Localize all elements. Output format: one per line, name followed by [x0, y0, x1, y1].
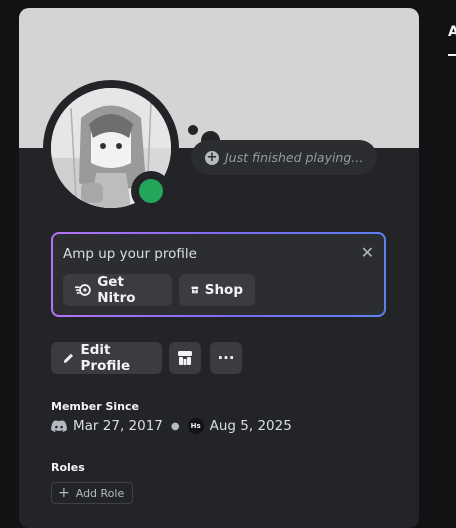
pencil-icon [63, 353, 74, 363]
discord-join-date: Mar 27, 2017 [73, 418, 163, 434]
profile-shop-button[interactable] [169, 342, 201, 374]
server-icon: Hs [187, 418, 204, 434]
ellipsis-icon: ··· [217, 349, 235, 367]
right-panel-tab[interactable]: A [448, 24, 456, 40]
shop-icon [191, 286, 199, 294]
separator-dot: ● [170, 420, 180, 432]
more-options-button[interactable]: ··· [210, 342, 242, 374]
active-tab-underline [448, 54, 456, 56]
discord-icon [51, 419, 67, 432]
custom-status-text: Just finished playing... [225, 150, 364, 165]
nitro-promo-title: Amp up your profile [63, 246, 197, 262]
shop-button[interactable]: Shop [179, 274, 255, 306]
nitro-promo-box: Amp up your profile ✕ Get Nitro Shop [51, 232, 386, 317]
plus-circle-icon: + [205, 149, 219, 165]
edit-profile-button[interactable]: Edit Profile [51, 342, 162, 374]
shop-label: Shop [204, 282, 243, 298]
shop-icon [178, 351, 192, 365]
close-icon[interactable]: ✕ [361, 243, 374, 262]
edit-profile-label: Edit Profile [80, 342, 131, 374]
profile-card: + Just finished playing... Amp up your p… [19, 8, 419, 528]
add-role-label: Add Role [75, 486, 125, 500]
member-since-heading: Member Since [51, 400, 139, 413]
thought-bubble-dot [188, 125, 198, 135]
add-role-button[interactable]: + Add Role [51, 482, 134, 504]
server-join-date: Aug 5, 2025 [209, 418, 292, 434]
get-nitro-button[interactable]: Get Nitro [63, 274, 172, 306]
custom-status-bubble[interactable]: + Just finished playing... [191, 140, 378, 175]
roles-heading: Roles [51, 461, 85, 474]
status-indicator-ring [131, 171, 171, 211]
get-nitro-label: Get Nitro [97, 274, 136, 306]
plus-icon: + [58, 485, 70, 501]
member-since-row: Mar 27, 2017 ● Hs Aug 5, 2025 [51, 418, 292, 434]
nitro-icon [75, 284, 91, 296]
online-status-icon [139, 179, 163, 203]
